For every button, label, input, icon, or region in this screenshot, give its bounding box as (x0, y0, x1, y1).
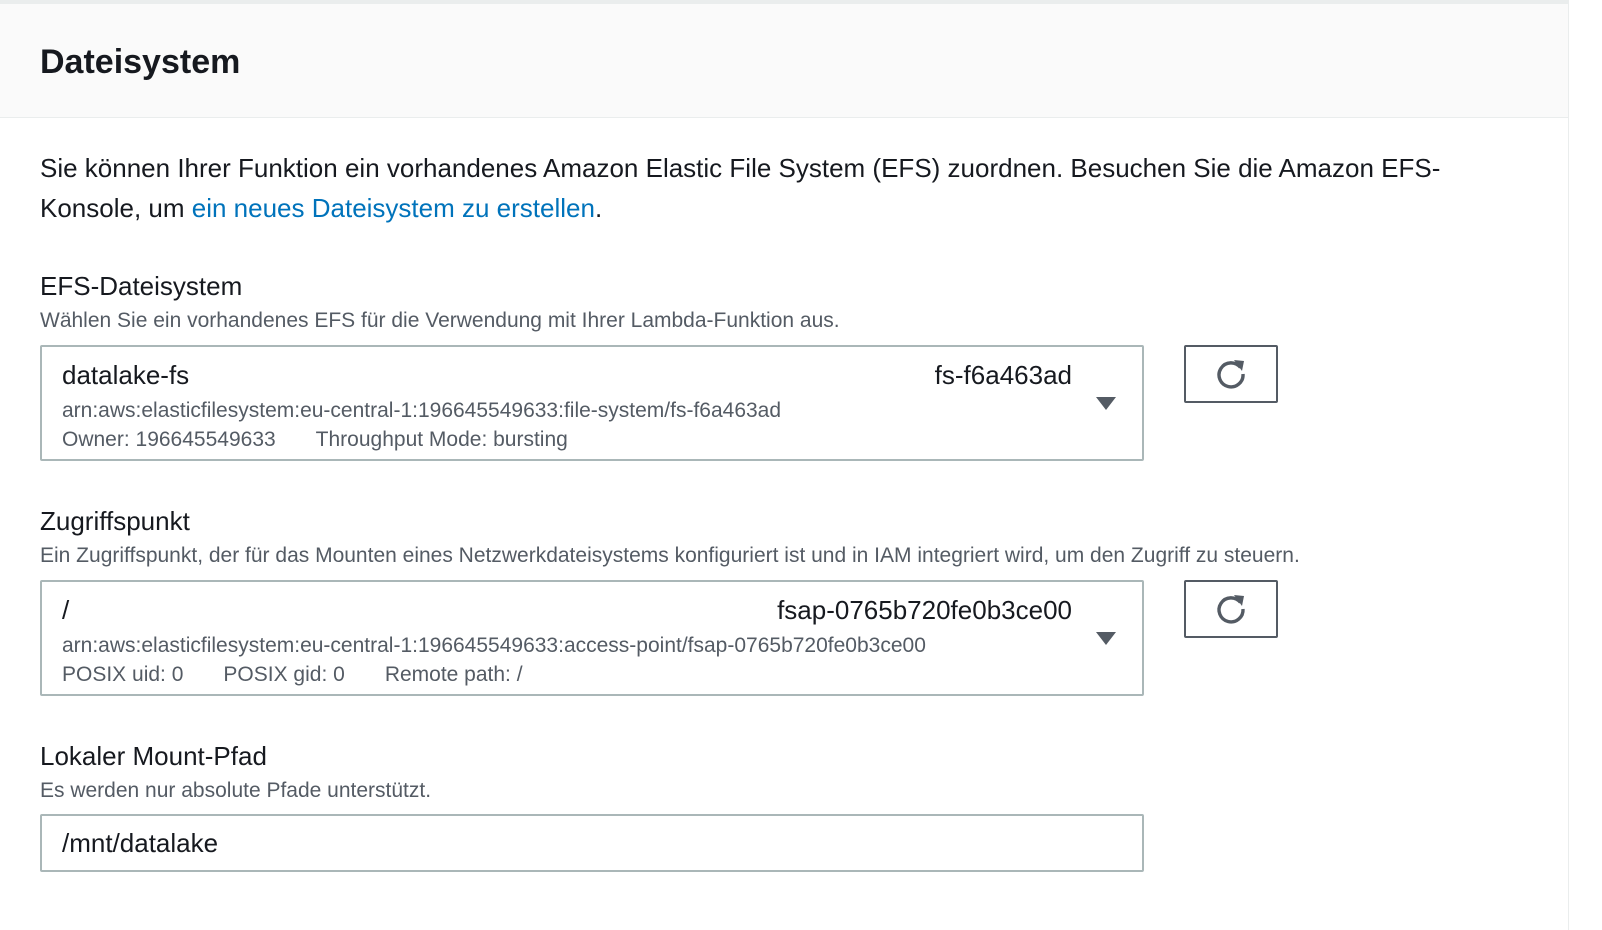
efs-throughput: Throughput Mode: bursting (315, 428, 568, 451)
efs-description: Wählen Sie ein vorhandenes EFS für die V… (40, 309, 840, 332)
caret-down-icon (1096, 397, 1116, 410)
access-point-select[interactable]: / fsap-0765b720fe0b3ce00 arn:aws:elastic… (40, 580, 1144, 696)
access-point-selected-path: / (62, 595, 70, 625)
mount-path-label: Lokaler Mount-Pfad (40, 741, 267, 771)
efs-owner: Owner: 196645549633 (62, 428, 276, 451)
access-point-uid: POSIX uid: 0 (62, 663, 184, 686)
intro-text-after: . (594, 193, 603, 223)
access-point-remote-path: Remote path: / (384, 663, 523, 686)
efs-arn: arn:aws:elasticfilesystem:eu-central-1:1… (62, 399, 782, 422)
access-point-selected-id: fsap-0765b720fe0b3ce00 (777, 595, 1072, 625)
intro-text: Sie können Ihrer Funktion ein vorhandene… (40, 148, 1530, 228)
access-point-refresh-button[interactable] (1184, 580, 1278, 638)
efs-selected-id: fs-f6a463ad (934, 360, 1072, 390)
efs-select[interactable]: datalake-fs fs-f6a463ad arn:aws:elasticf… (40, 345, 1144, 461)
access-point-meta: POSIX uid: 0 POSIX gid: 0 Remote path: / (62, 661, 523, 689)
efs-refresh-button[interactable] (1184, 345, 1278, 403)
mount-path-description: Es werden nur absolute Pfade unterstützt… (40, 779, 432, 802)
access-point-arn: arn:aws:elasticfilesystem:eu-central-1:1… (62, 634, 926, 657)
mount-path-input[interactable] (40, 814, 1144, 872)
caret-down-icon (1096, 632, 1116, 645)
refresh-icon (1217, 595, 1245, 624)
efs-selected-name: datalake-fs (62, 360, 190, 390)
efs-label: EFS-Dateisystem (40, 271, 243, 301)
panel-header: Dateisystem (0, 0, 1568, 118)
efs-meta: Owner: 196645549633 Throughput Mode: burs… (62, 426, 568, 454)
access-point-gid: POSIX gid: 0 (223, 663, 345, 686)
file-system-panel: Dateisystem Sie können Ihrer Funktion ei… (0, 0, 1569, 930)
panel-title: Dateisystem (40, 43, 241, 81)
access-point-label: Zugriffspunkt (40, 506, 190, 536)
create-file-system-link[interactable]: ein neues Dateisystem zu erstellen (192, 193, 595, 223)
access-point-description: Ein Zugriffspunkt, der für das Mounten e… (40, 544, 1300, 567)
refresh-icon (1217, 360, 1245, 389)
